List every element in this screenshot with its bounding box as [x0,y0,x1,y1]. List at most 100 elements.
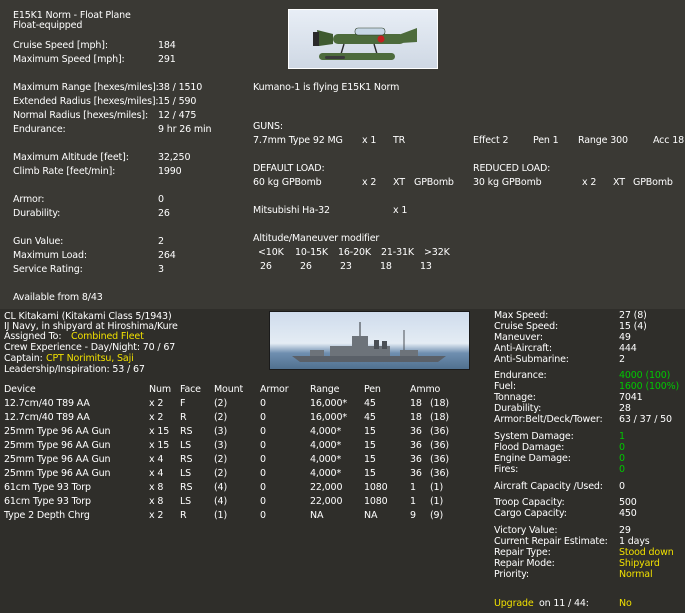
available-date: Available from 8/43 [13,292,103,303]
stat-label: Maximum Speed [mph]: [13,54,125,65]
alt-band: 10-15K [295,247,328,258]
ship-stat-value: 29 [619,525,631,536]
guns-header: GUNS: [253,121,283,132]
weapon-range: 4,000* [310,426,342,437]
captain-value[interactable]: CPT Norimitsu, Saji [46,353,134,364]
weapon-ammo: 1 [410,496,416,507]
ship-image [269,311,470,370]
col-num: Num [149,384,171,395]
alt-band: <10K [258,247,284,258]
weapon-num: x 2 [149,412,164,423]
weapon-num: x 15 [149,440,170,451]
alt-value: 13 [420,261,432,272]
ship-stat-value[interactable]: Shipyard [619,558,660,569]
ship-stat-label: Anti-Submarine: [494,354,569,365]
stat-value: 2 [158,236,164,247]
default-load-count: x 2 [362,177,377,188]
default-load-xt: XT [393,177,405,188]
weapon-ammo: 9 [410,510,416,521]
aircraft-image [288,9,438,69]
stat-value: 184 [158,40,176,51]
stat-label: Maximum Load: [13,250,87,261]
ship-stat-value: 0 [619,464,625,475]
ship-stat-value: 63 / 37 / 50 [619,414,672,425]
reduced-load-xt: XT [613,177,625,188]
weapon-mount: (2) [214,454,228,465]
reduced-load-name: 30 kg GPBomb [473,177,542,188]
weapon-face: LS [180,440,192,451]
ship-stat-value: 7041 [619,392,643,403]
ship-stat-label: Engine Damage: [494,453,571,464]
alt-value: 18 [380,261,392,272]
weapon-face: LS [180,468,192,479]
weapon-num: x 2 [149,510,164,521]
weapon-ammo2: (1) [430,482,444,493]
stat-label: Extended Radius [hexes/miles]: [13,96,159,107]
ship-stat-value[interactable]: Stood down [619,547,674,558]
stat-label: Durability: [13,208,61,219]
ship-stat-value: 444 [619,343,637,354]
weapon-pen: 15 [364,468,376,479]
col-armor: Armor [260,384,289,395]
col-pen: Pen [364,384,381,395]
weapon-ammo: 18 [410,398,422,409]
gun-pen: Pen 1 [533,135,559,146]
weapon-mount: (2) [214,468,228,479]
ship-stat-value: 2 [619,354,625,365]
weapon-ammo: 1 [410,482,416,493]
upgrade-value: No [619,598,632,609]
captain-label: Captain: [4,353,43,364]
weapon-mount: (2) [214,398,228,409]
engine-name: Mitsubishi Ha-32 [253,205,330,216]
ship-stat-value[interactable]: Normal [619,569,653,580]
altitude-header: Altitude/Maneuver modifier [253,233,380,244]
weapon-range: 4,000* [310,454,342,465]
stat-value: 291 [158,54,176,65]
weapon-range: 4,000* [310,468,342,479]
weapon-mount: (3) [214,440,228,451]
ship-stat-label: Endurance: [494,370,547,381]
gun-effect: Effect 2 [473,135,509,146]
weapon-ammo: 36 [410,468,422,479]
weapon-mount: (4) [214,496,228,507]
weapon-face: R [180,412,187,423]
weapon-device: 12.7cm/40 T89 AA [4,412,90,423]
weapon-pen: 15 [364,454,376,465]
weapon-mount: (2) [214,412,228,423]
ship-stat-label: Anti-Aircraft: [494,343,552,354]
flying-info: Kumano-1 is flying E15K1 Norm [253,82,400,93]
assigned-value[interactable]: Combined Fleet [71,331,144,342]
ship-stat-value: 15 (4) [619,321,647,332]
weapon-ammo2: (18) [430,398,449,409]
assigned-label: Assigned To: [4,331,62,342]
weapon-face: RS [180,482,193,493]
weapon-ammo: 36 [410,454,422,465]
weapon-armor: 0 [260,496,266,507]
upgrade-link[interactable]: Upgrade [494,598,534,609]
stat-label: Maximum Range [hexes/miles]: [13,82,159,93]
stat-label: Normal Radius [hexes/miles]: [13,110,149,121]
gun-facing: TR [393,135,406,146]
ship-stat-value: 0 [619,442,625,453]
stat-label: Cruise Speed [mph]: [13,40,108,51]
weapon-device: 25mm Type 96 AA Gun [4,440,111,451]
alt-value: 23 [340,261,352,272]
weapon-range: 22,000 [310,482,343,493]
stat-value: 15 / 590 [158,96,197,107]
ship-stat-label: Victory Value: [494,525,558,536]
gun-count: x 1 [362,135,377,146]
stat-value: 9 hr 26 min [158,124,212,135]
weapon-armor: 0 [260,454,266,465]
weapon-armor: 0 [260,412,266,423]
ship-stat-value: 1 [619,431,625,442]
weapon-pen: 45 [364,398,376,409]
weapon-armor: 0 [260,482,266,493]
ship-stat-label: Aircraft Capacity /Used: [494,481,603,492]
stat-value: 1990 [158,166,182,177]
weapon-pen: 15 [364,426,376,437]
weapon-face: F [180,398,186,409]
ship-stat-label: Repair Mode: [494,558,555,569]
ship-stat-value: 49 [619,332,631,343]
ship-stat-value: 450 [619,508,637,519]
weapon-ammo: 18 [410,412,422,423]
